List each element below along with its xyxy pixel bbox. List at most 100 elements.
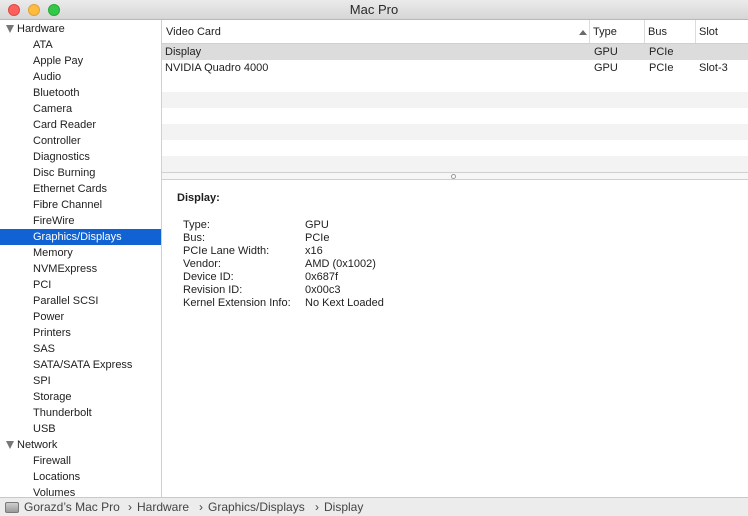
sidebar: Hardware ATA Apple Pay Audio Bluetooth Camera… [0,20,162,497]
breadcrumb-item[interactable]: Hardware [137,500,189,514]
sidebar-item-label: Audio [33,71,62,83]
sidebar-item-bluetooth[interactable]: Bluetooth [0,85,161,101]
sidebar-item-label: Graphics/Displays [33,231,122,243]
sidebar-item-memory[interactable]: Memory [0,245,161,261]
disclosure-triangle-icon[interactable] [6,25,14,33]
property-label: Vendor: [183,258,221,270]
breadcrumb-separator-icon: › [199,500,203,514]
sidebar-item-locations[interactable]: Locations [0,469,161,485]
sidebar-item-label: Firewall [33,455,71,467]
sidebar-item-label: Apple Pay [33,55,84,67]
property-value: PCIe [305,232,330,244]
sidebar-item-usb[interactable]: USB [0,421,161,437]
column-header-slot[interactable]: Slot [695,20,748,43]
column-header-type[interactable]: Type [589,20,647,43]
sidebar-item-label: Bluetooth [33,87,80,99]
sidebar-item-label: Controller [33,135,81,147]
breadcrumb-item[interactable]: Display [324,500,363,514]
property-label: Bus: [183,232,206,244]
sidebar-item-disc-burning[interactable]: Disc Burning [0,165,161,181]
sidebar-item-label: NVMExpress [33,263,98,275]
sidebar-item-firewall[interactable]: Firewall [0,453,161,469]
property-value: 0x00c3 [305,284,341,296]
sidebar-item-thunderbolt[interactable]: Thunderbolt [0,405,161,421]
sidebar-item-card-reader[interactable]: Card Reader [0,117,161,133]
sidebar-item-power[interactable]: Power [0,309,161,325]
cell-slot: Slot-3 [699,62,728,74]
sidebar-item-label: SAS [33,343,56,355]
sidebar-item-label: Printers [33,327,71,339]
property-value: x16 [305,245,323,257]
sidebar-item-storage[interactable]: Storage [0,389,161,405]
sidebar-item-label: FireWire [33,215,75,227]
cell-bus: PCIe [649,62,674,74]
sidebar-item-graphics-displays[interactable]: Graphics/Displays [0,229,161,245]
sidebar-item-label: Volumes [33,487,76,497]
sidebar-item-label: Locations [33,471,81,483]
column-header-video-card[interactable]: Video Card [166,20,586,43]
table-header: Video Card Type Bus Slot [162,20,748,44]
sidebar-item-label: Parallel SCSI [33,295,99,307]
cell-video-card: Display [165,46,202,58]
sidebar-item-label: Disc Burning [33,167,96,179]
split-divider[interactable] [162,172,748,180]
sidebar-item-camera[interactable]: Camera [0,101,161,117]
breadcrumb-separator-icon: › [128,500,132,514]
sidebar-item-pci[interactable]: PCI [0,277,161,293]
cell-type: GPU [594,46,618,58]
sidebar-item-sas[interactable]: SAS [0,341,161,357]
sidebar-item-nvmexpress[interactable]: NVMExpress [0,261,161,277]
sidebar-item-sata-sata-express[interactable]: SATA/SATA Express [0,357,161,373]
property-label: Kernel Extension Info: [183,297,291,309]
sidebar-item-label: Power [33,311,65,323]
table-row[interactable]: Display GPU PCIe [162,44,748,60]
empty-table-row [162,108,748,124]
empty-table-row [162,124,748,140]
disclosure-triangle-icon[interactable] [6,441,14,449]
sidebar-item-firewire[interactable]: FireWire [0,213,161,229]
sidebar-item-label: ATA [33,39,53,51]
sidebar-item-label: SPI [33,375,51,387]
breadcrumb-item[interactable]: Graphics/Displays [208,500,305,514]
title-bar: Mac Pro [0,0,748,20]
sidebar-item-printers[interactable]: Printers [0,325,161,341]
property-label: PCIe Lane Width: [183,245,270,257]
property-label: Revision ID: [183,284,243,296]
sidebar-item-label: PCI [33,279,52,291]
property-value: AMD (0x1002) [305,258,376,270]
sidebar-item-label: Camera [33,103,73,115]
sidebar-item-label: Thunderbolt [33,407,92,419]
sidebar-item-ethernet-cards[interactable]: Ethernet Cards [0,181,161,197]
property-value: No Kext Loaded [305,297,384,309]
cell-video-card: NVIDIA Quadro 4000 [165,62,269,74]
property-value: GPU [305,219,329,231]
sidebar-item-fibre-channel[interactable]: Fibre Channel [0,197,161,213]
property-value: 0x687f [305,271,339,283]
table-row[interactable]: NVIDIA Quadro 4000 GPU PCIe Slot-3 [162,60,748,76]
empty-table-row [162,92,748,108]
sidebar-group-hardware[interactable]: Hardware [0,21,161,37]
detail-pane: Display: Type: GPU Bus: PCIe PCIe Lane Width… [162,180,748,497]
sidebar-item-apple-pay[interactable]: Apple Pay [0,53,161,69]
sidebar-item-controller[interactable]: Controller [0,133,161,149]
property-label: Type: [183,219,210,231]
video-card-table: Display GPU PCIe NVIDIA Quadro 4000 GPU PCIe S… [162,44,748,172]
breadcrumb-item[interactable]: Gorazd’s Mac Pro [24,500,120,514]
divider-handle-icon[interactable] [451,174,456,179]
sidebar-item-label: Fibre Channel [33,199,103,211]
empty-table-row [162,76,748,92]
sidebar-item-diagnostics[interactable]: Diagnostics [0,149,161,165]
breadcrumb-separator-icon: › [315,500,319,514]
sidebar-item-volumes[interactable]: Volumes [0,485,161,497]
sort-ascending-icon [579,30,587,35]
sidebar-item-audio[interactable]: Audio [0,69,161,85]
computer-icon [5,502,19,513]
sidebar-item-parallel-scsi[interactable]: Parallel SCSI [0,293,161,309]
column-header-bus[interactable]: Bus [644,20,698,43]
sidebar-group-label: Network [17,439,58,451]
sidebar-item-spi[interactable]: SPI [0,373,161,389]
sidebar-item-ata[interactable]: ATA [0,37,161,53]
status-bar: Gorazd’s Mac Pro › Hardware › Graphics/Displ… [0,497,748,516]
detail-title: Display: [177,192,220,204]
sidebar-group-network[interactable]: Network [0,437,161,453]
